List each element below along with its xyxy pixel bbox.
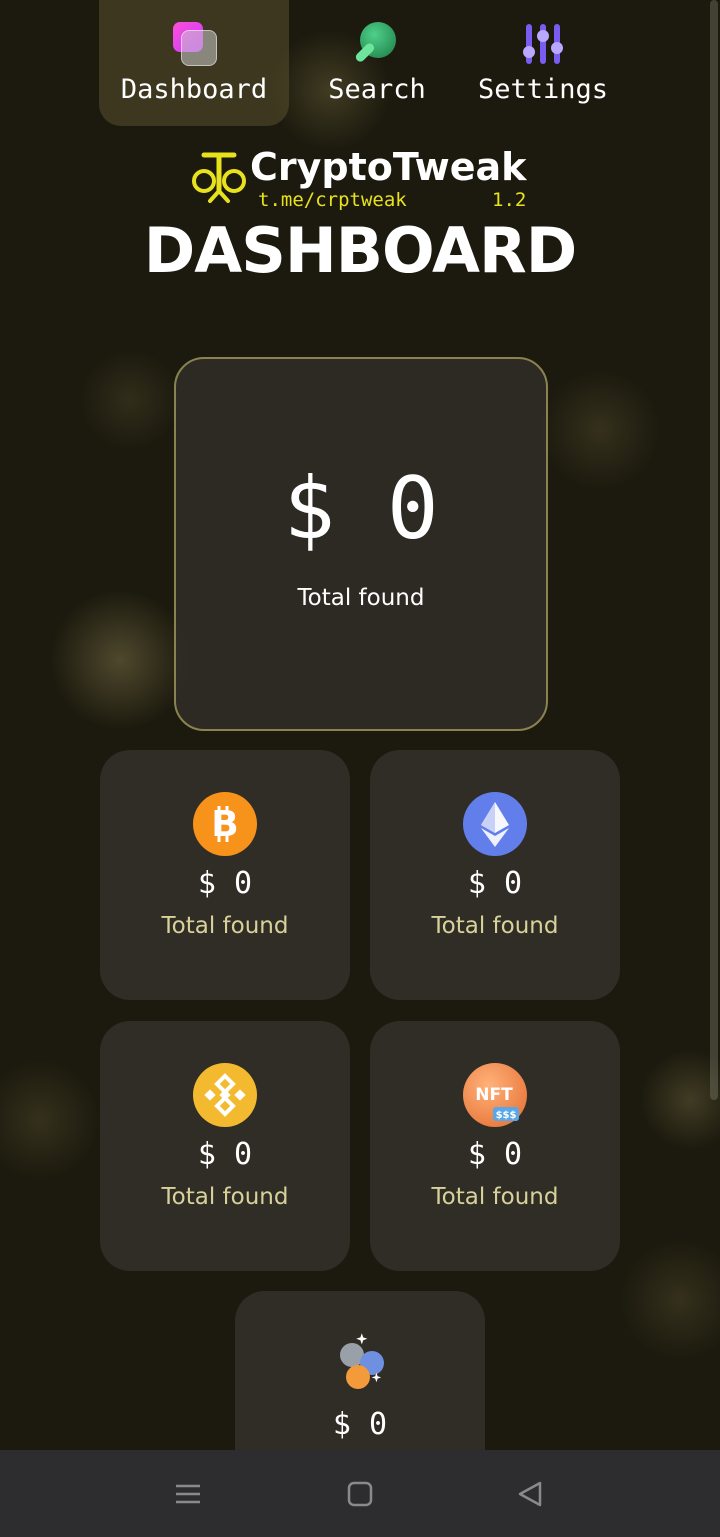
total-label: Total found	[297, 585, 425, 611]
nav-tab-settings-label: Settings	[477, 73, 609, 105]
system-navigation-bar	[0, 1450, 720, 1537]
brand-name: CryptoTweak	[250, 145, 527, 189]
brand-header: CryptoTweak t.me/crptweak 1.2	[190, 145, 530, 215]
binance-card[interactable]: $ 0 Total found	[100, 1021, 350, 1271]
total-found-card[interactable]: $ 0 Total found	[174, 357, 548, 731]
top-navigation: Dashboard Search Settings	[0, 0, 720, 130]
ethereum-amount: $ 0	[467, 866, 523, 901]
back-icon[interactable]	[514, 1478, 546, 1510]
nft-badge-sub: $$$	[496, 1110, 517, 1121]
nft-amount: $ 0	[467, 1137, 523, 1172]
home-icon[interactable]	[344, 1478, 376, 1510]
bitcoin-amount: $ 0	[197, 866, 253, 901]
brand-telegram-link[interactable]: t.me/crptweak	[258, 189, 407, 211]
bitcoin-label: Total found	[161, 913, 289, 939]
binance-amount: $ 0	[197, 1137, 253, 1172]
search-icon	[354, 21, 400, 68]
nft-icon: NFT $$$	[463, 1063, 527, 1127]
dashboard-icon	[171, 21, 217, 68]
svg-text:B: B	[211, 804, 238, 845]
nav-tab-search[interactable]: Search	[282, 0, 472, 126]
bitcoin-icon: B	[193, 792, 257, 856]
binance-label: Total found	[161, 1184, 289, 1210]
nav-tab-settings[interactable]: Settings	[448, 0, 638, 126]
page-title: DASHBOARD	[143, 214, 577, 287]
nav-tab-dashboard[interactable]: Dashboard	[99, 0, 289, 126]
ethereum-card[interactable]: $ 0 Total found	[370, 750, 620, 1000]
total-amount: $ 0	[283, 459, 439, 559]
menu-icon[interactable]	[172, 1478, 204, 1510]
nav-tab-search-label: Search	[328, 73, 426, 105]
page-scrollbar[interactable]	[710, 0, 718, 1100]
nav-tab-dashboard-label: Dashboard	[120, 73, 268, 105]
ethereum-icon	[463, 792, 527, 856]
bitcoin-card[interactable]: B $ 0 Total found	[100, 750, 350, 1000]
brand-version: 1.2	[492, 189, 527, 211]
multi-coin-icon	[328, 1333, 392, 1397]
multi-coin-amount: $ 0	[332, 1407, 388, 1442]
cryptotweak-logo-icon	[192, 152, 246, 203]
nft-label: Total found	[431, 1184, 559, 1210]
multi-coin-card[interactable]: $ 0	[235, 1291, 485, 1461]
ethereum-label: Total found	[431, 913, 559, 939]
nft-card[interactable]: NFT $$$ $ 0 Total found	[370, 1021, 620, 1271]
settings-sliders-icon	[520, 22, 566, 68]
binance-icon	[193, 1063, 257, 1127]
nft-badge-text: NFT	[475, 1085, 513, 1105]
